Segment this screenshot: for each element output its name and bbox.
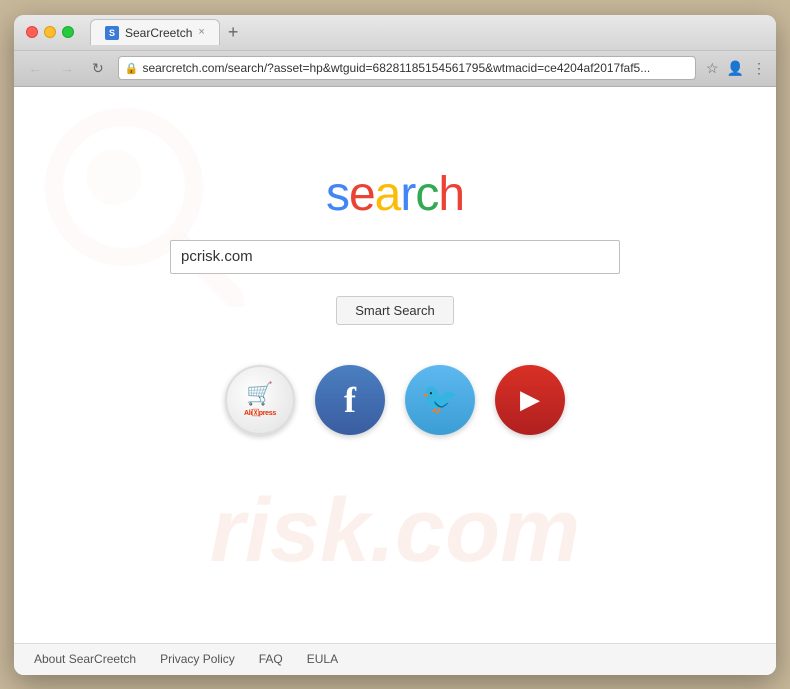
maximize-button[interactable] — [62, 26, 74, 38]
watermark-text: risk.com — [210, 480, 580, 583]
new-tab-button[interactable]: + — [222, 22, 245, 43]
close-button[interactable] — [26, 26, 38, 38]
logo-letter-c: c — [415, 168, 438, 221]
aliexpress-text: Ali🅇press — [244, 408, 276, 418]
back-button[interactable]: ← — [24, 58, 46, 78]
refresh-button[interactable]: ↻ — [88, 58, 108, 79]
youtube-play-icon: ▶ — [520, 384, 540, 415]
tab-area: SearCreetch × + — [82, 19, 764, 45]
footer-link-eula[interactable]: EULA — [307, 652, 338, 666]
smart-search-button[interactable]: Smart Search — [336, 296, 453, 325]
title-bar: SearCreetch × + — [14, 15, 776, 51]
twitter-bird-icon: 🐦 — [421, 382, 458, 417]
lock-icon: 🔒 — [125, 62, 139, 75]
social-row: 🛒 Ali🅇press f 🐦 ▶ — [225, 365, 565, 435]
minimize-button[interactable] — [44, 26, 56, 38]
logo-letter-e: e — [349, 168, 375, 221]
browser-window: SearCreetch × + ← → ↻ 🔒 ☆ 👤 ⋮ — [14, 15, 776, 675]
toolbar-icons: ☆ 👤 ⋮ — [706, 60, 766, 77]
logo-letter-s: s — [326, 168, 349, 221]
address-input[interactable] — [142, 61, 689, 75]
tab-favicon — [105, 26, 119, 40]
logo-letter-r: r — [400, 168, 415, 221]
logo-letter-h: h — [438, 168, 464, 221]
footer-link-privacy[interactable]: Privacy Policy — [160, 652, 235, 666]
profile-icon[interactable]: 👤 — [727, 60, 744, 77]
facebook-f-icon: f — [344, 379, 356, 421]
search-input[interactable] — [170, 240, 620, 274]
youtube-icon[interactable]: ▶ — [495, 365, 565, 435]
traffic-lights — [26, 26, 74, 38]
address-bar-input-wrap: 🔒 — [118, 56, 696, 80]
facebook-icon[interactable]: f — [315, 365, 385, 435]
page-footer: About SearCreetch Privacy Policy FAQ EUL… — [14, 643, 776, 675]
page-content: risk.com search Smart Search 🛒 Ali🅇press… — [14, 87, 776, 643]
aliexpress-cart-icon: 🛒 — [246, 381, 273, 407]
logo-letter-a: a — [375, 168, 401, 221]
aliexpress-icon[interactable]: 🛒 Ali🅇press — [225, 365, 295, 435]
search-area: search Smart Search — [170, 167, 620, 325]
aliexpress-inner: 🛒 Ali🅇press — [244, 381, 276, 418]
forward-button[interactable]: → — [56, 58, 78, 78]
footer-link-about[interactable]: About SearCreetch — [34, 652, 136, 666]
search-input-row — [170, 240, 620, 274]
address-bar: ← → ↻ 🔒 ☆ 👤 ⋮ — [14, 51, 776, 87]
tab-close-button[interactable]: × — [198, 27, 204, 38]
tab-title: SearCreetch — [125, 26, 192, 40]
active-tab[interactable]: SearCreetch × — [90, 19, 220, 45]
search-logo: search — [326, 167, 464, 222]
bookmark-icon[interactable]: ☆ — [706, 60, 719, 77]
footer-link-faq[interactable]: FAQ — [259, 652, 283, 666]
twitter-icon[interactable]: 🐦 — [405, 365, 475, 435]
menu-icon[interactable]: ⋮ — [752, 60, 766, 77]
